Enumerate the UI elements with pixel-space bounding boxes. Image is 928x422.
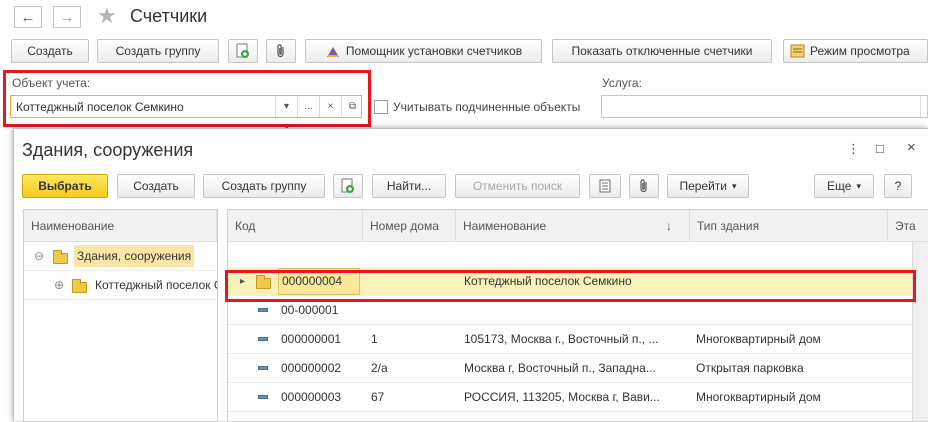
table-row[interactable]: 000000003 67 РОССИЯ, 113205, Москва г, В…	[228, 383, 912, 412]
row-code: 00-000001	[281, 303, 339, 317]
help-button[interactable]: ?	[884, 174, 912, 198]
document-add-icon	[341, 178, 354, 193]
expand-icon[interactable]: ⊕	[54, 271, 64, 300]
row-name: Коттеджный поселок Семкино	[464, 274, 632, 288]
column-name-label: Наименование	[463, 219, 547, 233]
column-header-name[interactable]: Наименование ↓	[456, 210, 690, 242]
select-button[interactable]: Выбрать	[22, 174, 108, 198]
tree-header[interactable]: Наименование	[24, 210, 217, 242]
folder-icon	[53, 250, 68, 264]
item-icon	[258, 308, 268, 312]
help-label: ?	[894, 179, 902, 193]
table-row[interactable]: ▸ 000000004 Коттеджный поселок Семкино	[228, 267, 912, 296]
list-icon	[599, 179, 611, 193]
more-icon[interactable]: ⋮	[847, 141, 860, 157]
collapse-icon[interactable]: ⊖	[34, 242, 44, 271]
folder-icon	[72, 279, 87, 293]
find-button-label: Найти...	[386, 179, 432, 193]
dialog-title: Здания, сооружения	[22, 140, 194, 160]
table-row[interactable]: 00-000001	[228, 296, 912, 325]
row-code: 000000003	[281, 390, 342, 404]
column-header-type[interactable]: Тип здания	[690, 210, 888, 242]
row-house: 2/а	[371, 361, 388, 375]
expand-row-icon[interactable]: ▸	[240, 267, 245, 296]
row-name	[464, 296, 686, 325]
buildings-dialog: Здания, сооружения ⋮ □ × Выбрать Создать…	[13, 128, 928, 422]
chevron-down-icon: ▾	[732, 180, 737, 191]
table-row[interactable]: 000000002 2/а Москва г, Восточный п., За…	[228, 354, 912, 383]
item-icon	[258, 366, 268, 370]
tree-node-label: Коттеджный поселок Семкино	[95, 278, 217, 292]
row-type: Многоквартирный дом	[696, 332, 821, 346]
sort-desc-icon: ↓	[666, 219, 672, 233]
list-settings-button[interactable]	[589, 174, 621, 198]
dialog-create-button[interactable]: Создать	[117, 174, 195, 198]
item-icon	[258, 337, 268, 341]
row-code: 000000004	[278, 268, 360, 295]
list-pane: Код Номер дома Наименование ↓ Тип здания…	[227, 209, 928, 422]
tree-node-child[interactable]: ⊕ Коттеджный поселок Семкино	[24, 271, 217, 300]
column-header-floor[interactable]: Эта	[888, 210, 928, 242]
find-button[interactable]: Найти...	[372, 174, 446, 198]
column-header-code[interactable]: Код	[228, 210, 363, 242]
column-header-house[interactable]: Номер дома	[363, 210, 456, 242]
folder-icon	[256, 275, 271, 289]
tree-node-label: Здания, сооружения	[74, 245, 195, 267]
cancel-search-label: Отменить поиск	[472, 179, 563, 193]
item-icon	[258, 395, 268, 399]
tree-node-root[interactable]: ⊖ Здания, сооружения	[24, 242, 217, 271]
close-icon[interactable]: ×	[907, 139, 916, 156]
row-type: Многоквартирный дом	[696, 390, 821, 404]
dialog-create-group-label: Создать группу	[221, 179, 307, 193]
more-label: Еще	[827, 179, 852, 193]
tree-pane: Наименование ⊖ Здания, сооружения ⊕ Котт…	[23, 209, 218, 422]
more-button[interactable]: Еще ▾	[814, 174, 874, 198]
paperclip-icon	[640, 179, 647, 193]
row-name: Москва г, Восточный п., Западна...	[464, 361, 656, 375]
goto-label: Перейти	[679, 179, 728, 193]
row-house: 67	[371, 390, 385, 404]
table-row[interactable]: 000000001 1 105173, Москва г., Восточный…	[228, 325, 912, 354]
maximize-icon[interactable]: □	[876, 141, 884, 156]
chevron-down-icon: ▾	[856, 180, 861, 191]
row-type: Открытая парковка	[696, 361, 804, 375]
row-code: 000000002	[281, 361, 342, 375]
goto-button[interactable]: Перейти ▾	[667, 174, 749, 198]
row-house: 1	[371, 332, 378, 346]
cancel-search-button[interactable]: Отменить поиск	[455, 174, 580, 198]
dialog-create-group-button[interactable]: Создать группу	[203, 174, 325, 198]
row-name: РОССИЯ, 113205, Москва г, Вави...	[464, 390, 660, 404]
row-code: 000000001	[281, 332, 342, 346]
dialog-create-label: Создать	[133, 179, 179, 193]
row-name: 105173, Москва г., Восточный п., ...	[464, 332, 659, 346]
dialog-attach-button[interactable]	[629, 174, 659, 198]
select-button-label: Выбрать	[38, 179, 92, 193]
vertical-scrollbar[interactable]	[912, 242, 928, 421]
dialog-copy-button[interactable]	[333, 174, 363, 198]
